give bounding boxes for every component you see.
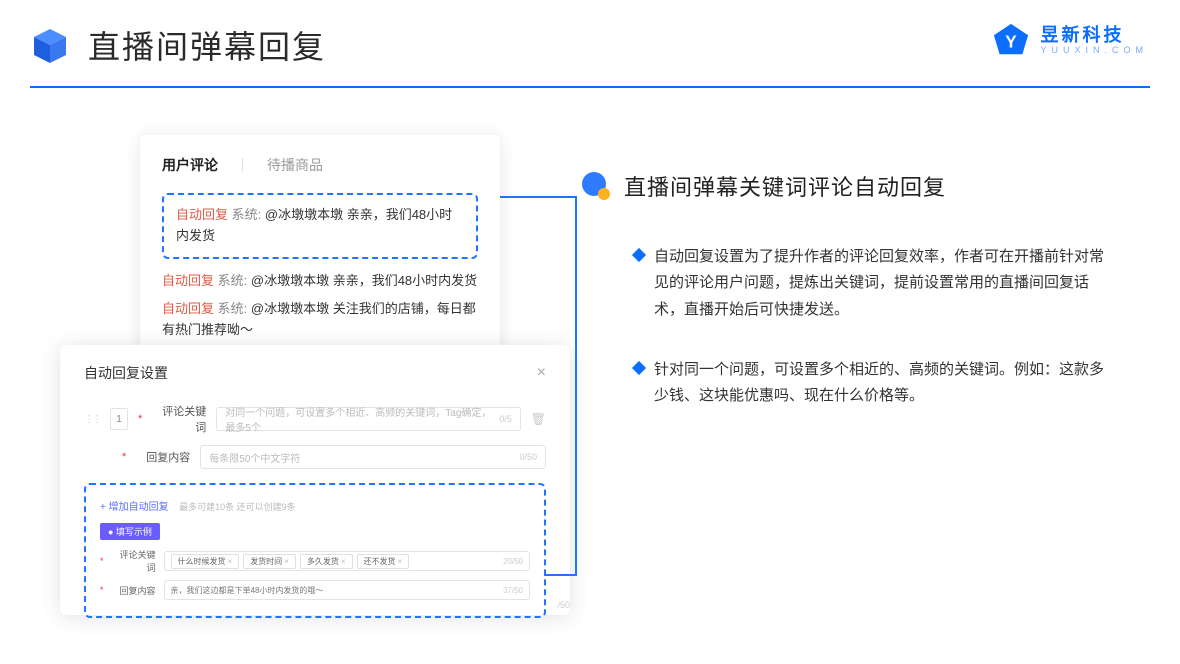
keyword-label: 评论关键词 xyxy=(152,403,206,435)
outside-count: /50 xyxy=(557,600,570,610)
trash-icon[interactable]: 🗑 xyxy=(531,412,546,426)
ex-keyword-label: 评论关键词 xyxy=(112,548,156,574)
ex-keyword-field[interactable]: 什么时候发货× 发货时间× 多久发货× 还不发货× 20/50 xyxy=(164,551,530,571)
tab-user-comments[interactable]: 用户评论 xyxy=(162,155,218,175)
index-box: 1 xyxy=(110,408,128,430)
header-rule xyxy=(30,86,1150,88)
reply-input[interactable]: 每条限50个中文字符 0/50 xyxy=(200,445,546,469)
keyword-chip: 什么时候发货× xyxy=(171,554,240,569)
keyword-input[interactable]: 对同一个问题，可设置多个相近、高频的关键词，Tag确定，最多5个 0/5 xyxy=(216,407,520,431)
speech-bubble-icon xyxy=(580,170,612,202)
system-label: 系统: xyxy=(232,207,262,222)
brand-logo: Y 昱新科技 YUUXIN.COM xyxy=(992,22,1148,60)
comments-card: 用户评论 待播商品 自动回复 系统: @冰墩墩本墩 亲亲，我们48小时内发货 自… xyxy=(140,135,500,365)
keyword-count: 0/5 xyxy=(499,414,512,424)
cube-icon xyxy=(30,25,70,65)
section-heading: 直播间弹幕关键词评论自动回复 xyxy=(624,170,946,202)
brand-name-cn: 昱新科技 xyxy=(1040,26,1148,46)
settings-modal: 自动回复设置 × ⋮⋮ 1 * 评论关键词 对同一个问题，可设置多个相近、高频的… xyxy=(60,345,570,615)
tab-divider xyxy=(242,158,243,172)
bullet-item: 针对同一个问题，可设置多个相近的、高频的关键词。例如：这款多少钱、这块能优惠吗、… xyxy=(580,357,1130,410)
keyword-chip: 还不发货× xyxy=(357,554,410,569)
ex-reply-field[interactable]: 亲，我们这边都是下单48小时内发货的哦～ 37/50 xyxy=(164,580,530,600)
diamond-icon xyxy=(632,248,646,262)
comment-row: 自动回复 系统: @冰墩墩本墩 关注我们的店铺，每日都有热门推荐呦～ xyxy=(162,299,478,341)
keyword-chip: 发货时间× xyxy=(243,554,296,569)
auto-reply-tag: 自动回复 xyxy=(176,207,228,222)
tab-pending-products[interactable]: 待播商品 xyxy=(267,155,323,175)
add-limit-note: 最多可建10条 还可以创建9条 xyxy=(179,502,296,512)
highlighted-comment: 自动回复 系统: @冰墩墩本墩 亲亲，我们48小时内发货 xyxy=(162,193,478,259)
example-badge: ● 填写示例 xyxy=(100,523,160,540)
svg-text:Y: Y xyxy=(1006,33,1018,52)
diamond-icon xyxy=(632,361,646,375)
brand-name-en: YUUXIN.COM xyxy=(1040,46,1148,56)
bullet-item: 自动回复设置为了提升作者的评论回复效率，作者可在开播前针对常见的评论用户问题，提… xyxy=(580,244,1130,323)
example-section: + 增加自动回复 最多可建10条 还可以创建9条 ● 填写示例 * 评论关键词 … xyxy=(84,483,546,618)
page-title: 直播间弹幕回复 xyxy=(88,22,326,68)
reply-label: 回复内容 xyxy=(136,449,190,465)
keyword-chip: 多久发货× xyxy=(300,554,353,569)
ex-reply-label: 回复内容 xyxy=(112,584,156,597)
drag-handle-icon[interactable]: ⋮⋮ xyxy=(84,414,100,425)
comment-row: 自动回复 系统: @冰墩墩本墩 亲亲，我们48小时内发货 xyxy=(162,271,478,292)
modal-title: 自动回复设置 xyxy=(84,363,168,383)
reply-count: 0/50 xyxy=(519,452,537,462)
add-auto-reply-link[interactable]: + 增加自动回复 xyxy=(100,502,169,513)
close-icon[interactable]: × xyxy=(537,364,546,382)
required-mark: * xyxy=(138,413,142,425)
